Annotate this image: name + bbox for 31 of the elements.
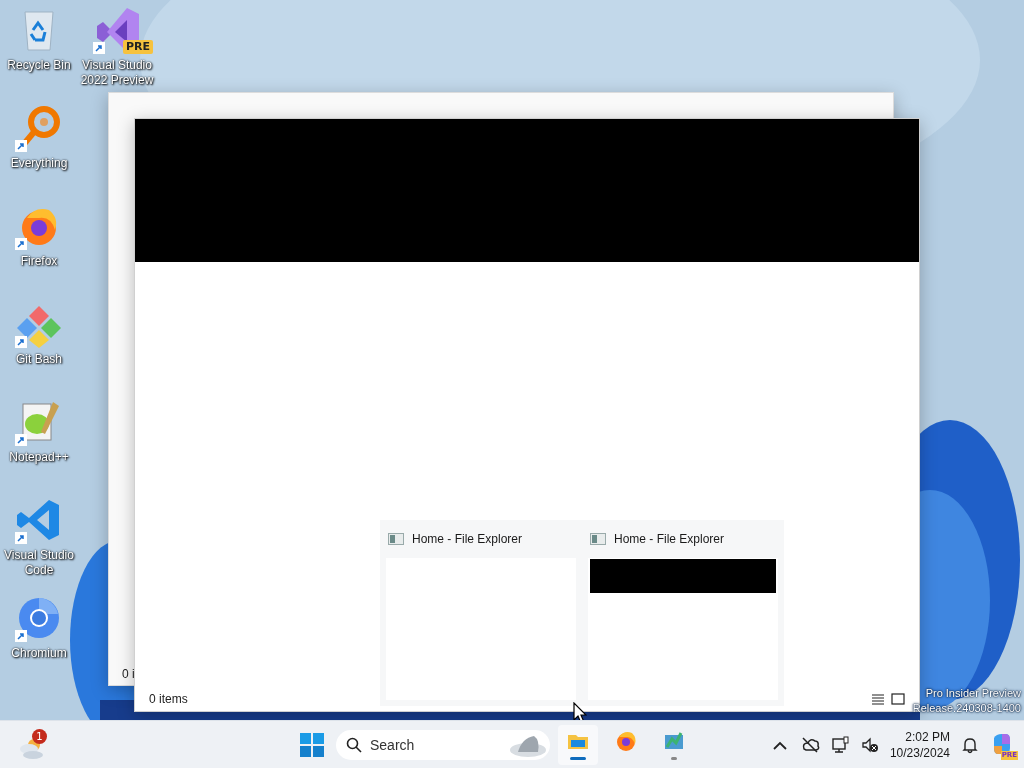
- details-view-icon[interactable]: [871, 693, 885, 705]
- icon-label[interactable]: Everything: [0, 156, 78, 171]
- firefox-icon: [614, 729, 638, 753]
- pre-badge: PRE: [122, 40, 153, 54]
- taskbar-app[interactable]: [558, 724, 598, 765]
- item-count: 0 items: [149, 692, 188, 706]
- icon-label[interactable]: Firefox: [0, 254, 78, 269]
- icon-label[interactable]: Git Bash: [0, 352, 78, 367]
- thumbnail-title: Home - File Explorer: [614, 532, 725, 546]
- windows-start-icon[interactable]: [300, 732, 324, 757]
- window-icon: [388, 533, 404, 545]
- icon-label[interactable]: Recycle Bin: [0, 58, 78, 73]
- network-icon[interactable]: [829, 734, 850, 755]
- time-text: 2:02 PM: [905, 728, 950, 745]
- date-text: 10/23/2024: [889, 744, 950, 761]
- item-count: 0 i: [122, 667, 135, 681]
- icon-label[interactable]: Visual Studio Code: [0, 548, 78, 578]
- window-thumbnail[interactable]: Home - File Explorer: [582, 520, 784, 706]
- notification-badge: 1: [32, 728, 47, 744]
- search-icon: [346, 736, 362, 753]
- window-thumbnail[interactable]: Home - File Explorer: [380, 520, 582, 706]
- icon-label[interactable]: Notepad++: [0, 450, 78, 465]
- icon-label[interactable]: Visual Studio 2022 Preview: [78, 58, 156, 88]
- window-icon: [590, 533, 606, 545]
- search-field[interactable]: Search: [370, 736, 500, 753]
- icon-label[interactable]: Chromium: [0, 646, 78, 661]
- tiles-view-icon[interactable]: [891, 693, 905, 705]
- cloud-off-icon[interactable]: [799, 734, 820, 755]
- widgets-button[interactable]: 1: [18, 730, 48, 759]
- thumbnail-title: Home - File Explorer: [412, 532, 523, 546]
- search-bar[interactable]: Search: [336, 729, 550, 760]
